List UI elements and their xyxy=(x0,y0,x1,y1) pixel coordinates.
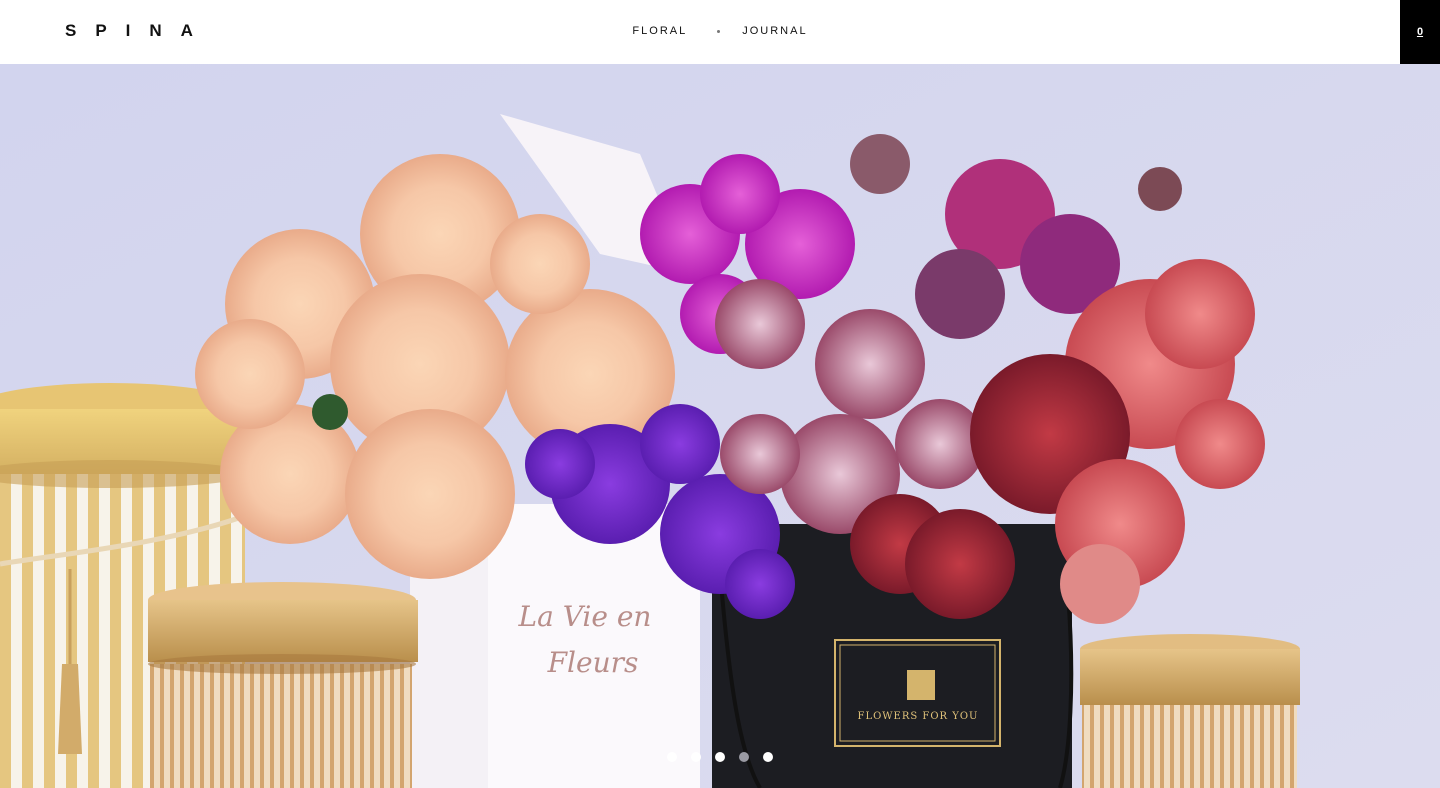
slide-dot-1[interactable] xyxy=(667,752,677,762)
slide-dot-5[interactable] xyxy=(763,752,773,762)
hero-slideshow: La Vie en Fleurs FLOWERS FOR YOU xyxy=(0,64,1440,788)
nav-link-journal[interactable]: JOURNAL xyxy=(742,24,807,38)
slide-dot-3[interactable] xyxy=(715,752,725,762)
site-header: SPINA FLORAL JOURNAL 0 xyxy=(0,0,1440,64)
nav-link-floral[interactable]: FLORAL xyxy=(632,24,687,38)
cart-button[interactable]: 0 xyxy=(1400,0,1440,64)
nav-separator xyxy=(717,29,721,33)
svg-text:FLOWERS FOR YOU: FLOWERS FOR YOU xyxy=(858,711,979,722)
slide-dot-2[interactable] xyxy=(691,752,701,762)
slide-indicators xyxy=(0,752,1440,762)
main-nav: FLORAL JOURNAL xyxy=(0,24,1440,38)
slide-dot-4[interactable] xyxy=(739,752,749,762)
svg-text:Fleurs: Fleurs xyxy=(547,646,639,679)
hero-image: La Vie en Fleurs FLOWERS FOR YOU xyxy=(0,64,1440,788)
svg-text:La Vie en: La Vie en xyxy=(518,600,652,633)
gold-tin-right xyxy=(1080,634,1300,788)
